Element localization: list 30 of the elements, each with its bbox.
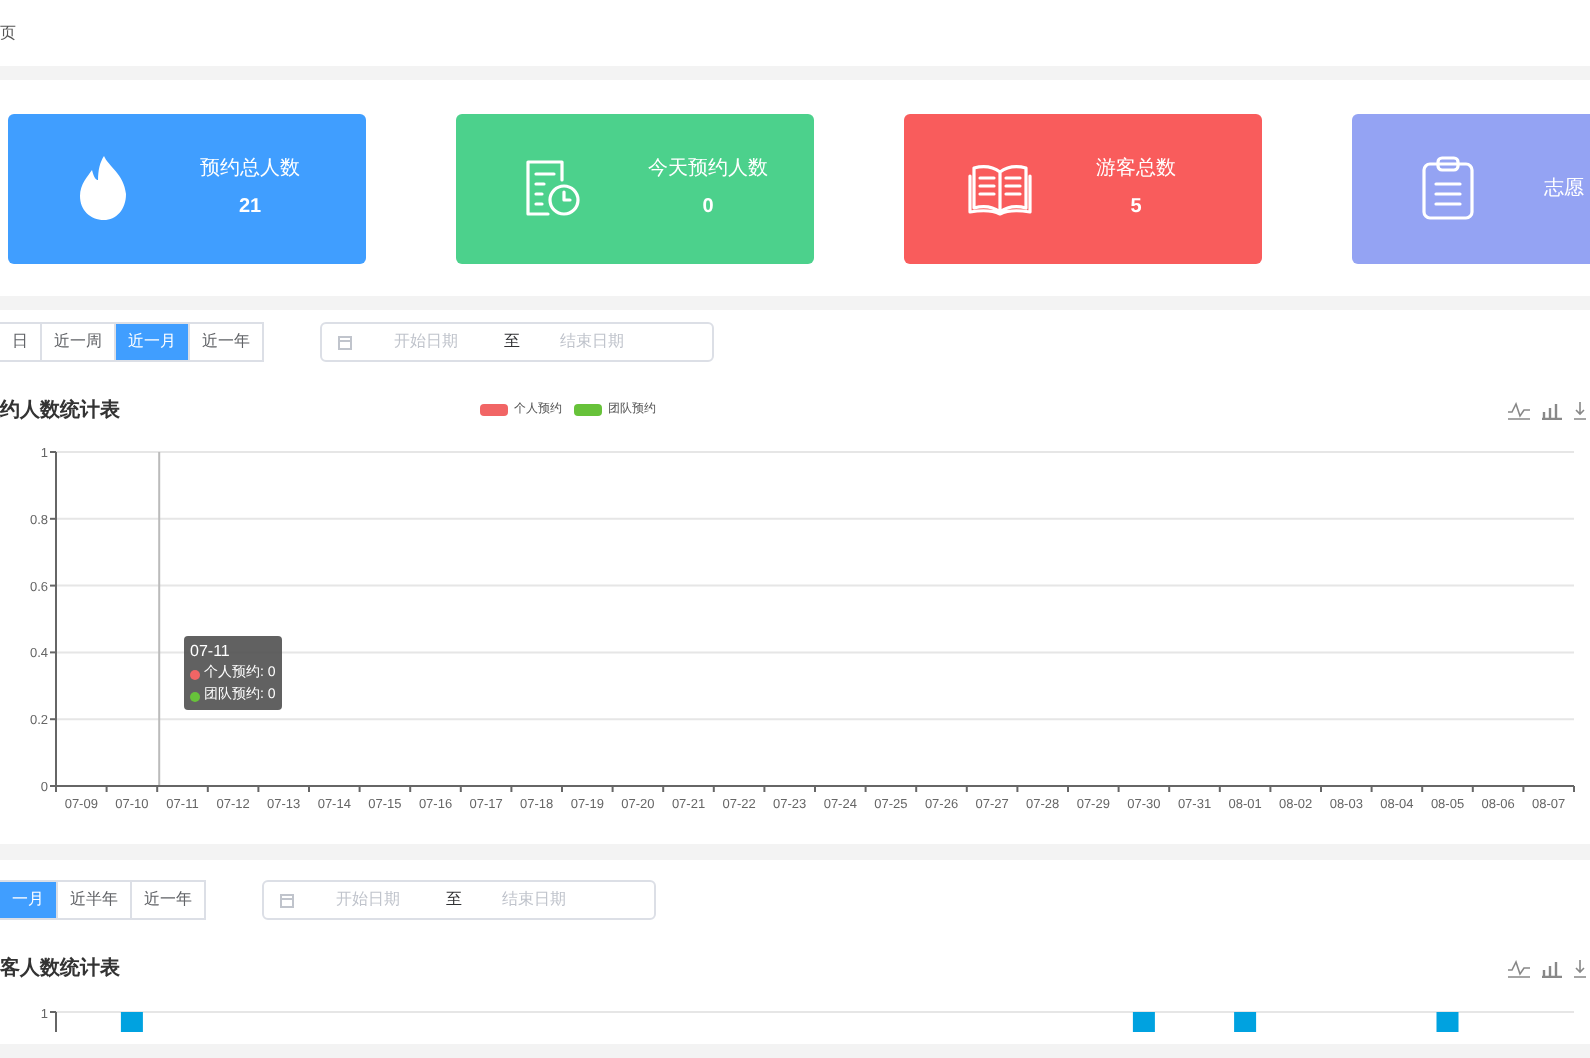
- card-value: 0: [702, 194, 714, 222]
- calendar-icon: [338, 335, 352, 349]
- calendar-icon: [280, 893, 294, 907]
- card-value: 5: [1130, 194, 1142, 222]
- card-value: 21: [238, 194, 262, 222]
- card-label: 游客总数: [1096, 155, 1176, 184]
- card-label: 志愿: [1544, 175, 1584, 203]
- card-label: 今天预约人数: [648, 156, 768, 184]
- y-axis: [49, 1011, 57, 1032]
- breadcrumb-link[interactable]: 页: [0, 21, 16, 45]
- line-chart-icon[interactable]: [1508, 959, 1530, 977]
- date-range-field[interactable]: 开始日期 至 结束日期: [262, 880, 656, 920]
- range-tab[interactable]: 近一年: [188, 322, 264, 362]
- range-tab[interactable]: 近半年: [56, 880, 132, 920]
- card-label: 预约总人数: [200, 155, 300, 184]
- range-tab[interactable]: 日: [0, 322, 42, 362]
- chart-title: 客人数统计表: [0, 954, 120, 983]
- open-book-icon: [966, 160, 1034, 216]
- bar-chart-icon[interactable]: [1542, 401, 1562, 419]
- date-range-field[interactable]: 开始日期 至 结束日期: [320, 322, 714, 362]
- line-chart-icon[interactable]: [1508, 401, 1530, 419]
- download-icon[interactable]: [1574, 401, 1586, 419]
- clipboard-icon: [1420, 154, 1476, 222]
- download-icon[interactable]: [1574, 959, 1586, 977]
- document-clock-icon: [522, 158, 582, 218]
- range-tab[interactable]: 近一年: [130, 880, 206, 920]
- tooltip-title: 07-11: [190, 640, 232, 662]
- bar-chart-icon[interactable]: [1542, 959, 1562, 977]
- chart-title: 约人数统计表: [0, 397, 120, 425]
- range-tab[interactable]: 近一周: [40, 322, 116, 362]
